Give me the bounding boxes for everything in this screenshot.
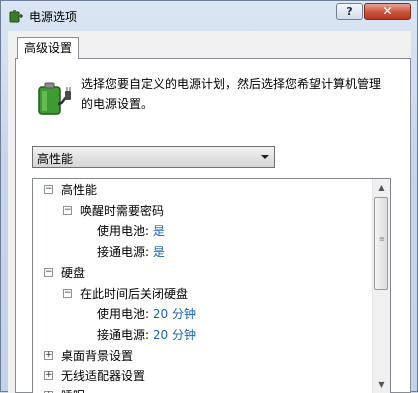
expand-icon[interactable]: + <box>44 371 53 380</box>
setting-value[interactable]: 20 分钟 <box>153 328 196 342</box>
power-plan-dropdown-value: 高性能 <box>37 152 74 166</box>
setting-label: 使用电池: <box>97 224 150 238</box>
tree-item-hard-disk[interactable]: − 硬盘 <box>44 263 85 283</box>
scroll-down-icon[interactable]: ▼ <box>373 376 390 393</box>
power-settings-tree[interactable]: − 高性能 − 唤醒时需要密码 使用电池: 是 接通电源: 是 − 硬盘 − 在此时间后… <box>32 178 391 393</box>
battery-plug-icon <box>34 78 74 118</box>
tree-item-label: 无线适配器设置 <box>61 369 146 383</box>
tree-item-hdd-turn-off[interactable]: − 在此时间后关闭硬盘 <box>63 284 188 304</box>
collapse-icon[interactable]: − <box>63 206 72 215</box>
chevron-down-icon <box>256 147 274 167</box>
scrollbar-thumb[interactable]: ≡ <box>374 197 388 290</box>
power-plan-dropdown[interactable]: 高性能 <box>32 146 275 168</box>
title-bar[interactable]: 电源选项 ? ✕ <box>1 1 417 31</box>
tree-item-wireless-adapter[interactable]: + 无线适配器设置 <box>44 366 145 386</box>
setting-value[interactable]: 是 <box>153 224 165 238</box>
tree-item-hdd-plugged-in[interactable]: 接通电源: 20 分钟 <box>97 325 196 345</box>
setting-value[interactable]: 是 <box>153 245 165 259</box>
tree-item-wake-password[interactable]: − 唤醒时需要密码 <box>63 201 164 221</box>
tree-item-label: 桌面背景设置 <box>61 349 134 363</box>
help-button[interactable]: ? <box>336 3 363 20</box>
dialog-client-area: 高级设置 选择您要自定义的电源计划，然后选择您希望计算机管理的电源设置。 高性能… <box>8 31 411 393</box>
expand-icon[interactable]: + <box>44 351 53 360</box>
tree-item-wake-on-battery[interactable]: 使用电池: 是 <box>97 221 165 241</box>
tree-item-label: 硬盘 <box>61 266 86 280</box>
setting-value[interactable]: 20 分钟 <box>153 307 196 321</box>
tree-item-desktop-background[interactable]: + 桌面背景设置 <box>44 346 133 366</box>
tree-item-label: 唤醒时需要密码 <box>80 204 165 218</box>
power-options-icon <box>8 8 24 24</box>
window-title: 电源选项 <box>29 10 78 24</box>
vertical-scrollbar[interactable]: ▲ ≡ ▼ <box>372 179 390 393</box>
setting-label: 接通电源: <box>97 328 150 342</box>
setting-label: 接通电源: <box>97 245 150 259</box>
tree-item-label: 在此时间后关闭硬盘 <box>80 287 189 301</box>
tree-item-hdd-on-battery[interactable]: 使用电池: 20 分钟 <box>97 304 196 324</box>
tree-item-label: 高性能 <box>61 183 98 197</box>
collapse-icon[interactable]: − <box>44 185 53 194</box>
collapse-icon[interactable]: − <box>44 268 53 277</box>
collapse-icon[interactable]: − <box>63 289 72 298</box>
setting-label: 使用电池: <box>97 307 150 321</box>
instructions-text: 选择您要自定义的电源计划，然后选择您希望计算机管理的电源设置。 <box>81 77 382 111</box>
tree-item-high-performance[interactable]: − 高性能 <box>44 180 97 200</box>
scroll-up-icon[interactable]: ▲ <box>373 179 390 196</box>
tree-item-wake-plugged-in[interactable]: 接通电源: 是 <box>97 242 165 262</box>
grip-icon: ≡ <box>379 235 385 243</box>
tab-advanced-settings[interactable]: 高级设置 <box>17 37 80 59</box>
close-button[interactable]: ✕ <box>364 3 411 20</box>
tree-item-label: 睡眠 <box>61 389 85 393</box>
power-options-window: 电源选项 ? ✕ 高级设置 选择您要自定义的电源计划，然后选择您希望计算机管理的… <box>0 0 418 393</box>
